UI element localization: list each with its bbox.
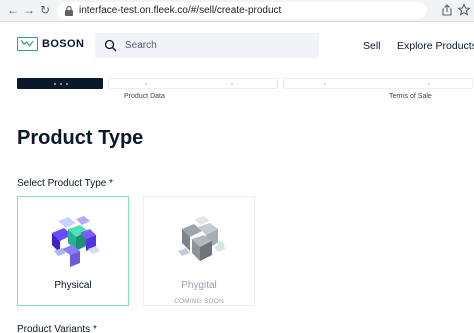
product-type-label: Phygital: [181, 280, 217, 291]
physical-cubes-icon: [52, 216, 100, 267]
search-box[interactable]: [95, 33, 319, 58]
create-product-stepper: Product Data Terms of Sale: [0, 76, 474, 102]
step-3[interactable]: [283, 78, 473, 89]
share-icon[interactable]: [440, 3, 454, 17]
nav-explore-products[interactable]: Explore Products: [397, 40, 474, 52]
nav-sell[interactable]: Sell: [363, 40, 381, 52]
search-input[interactable]: [125, 38, 305, 53]
reload-icon[interactable]: ↻: [38, 3, 52, 17]
step-label-terms-of-sale: Terms of Sale: [389, 93, 432, 100]
step-2[interactable]: [108, 78, 278, 89]
product-type-physical[interactable]: Physical: [17, 196, 129, 306]
boson-logo[interactable]: BOSON: [17, 37, 84, 51]
logo-text: BOSON: [42, 38, 85, 50]
product-type-phygital: Phygital COMING SOON: [143, 196, 255, 306]
boson-logo-icon: [17, 37, 38, 51]
select-product-type-label: Select Product Type *: [17, 178, 113, 189]
browser-toolbar: ← → ↻ interface-test.on.fleek.co/#/sell/…: [0, 0, 474, 22]
lock-icon: [65, 5, 73, 16]
search-icon: [104, 39, 117, 52]
phygital-cubes-icon: [178, 216, 226, 261]
step-1[interactable]: [17, 78, 103, 89]
coming-soon-badge: COMING SOON: [174, 298, 224, 305]
url-text[interactable]: interface-test.on.fleek.co/#/sell/create…: [79, 4, 281, 17]
product-variants-label: Product Variants *: [17, 324, 97, 333]
arrow-right-icon[interactable]: →: [22, 3, 36, 17]
page-title: Product Type: [17, 127, 144, 149]
star-icon[interactable]: [457, 3, 471, 17]
product-type-label: Physical: [54, 280, 92, 291]
step-label-product-data: Product Data: [124, 93, 165, 100]
arrow-left-icon[interactable]: ←: [6, 3, 20, 17]
address-bar[interactable]: interface-test.on.fleek.co/#/sell/create…: [57, 2, 427, 19]
